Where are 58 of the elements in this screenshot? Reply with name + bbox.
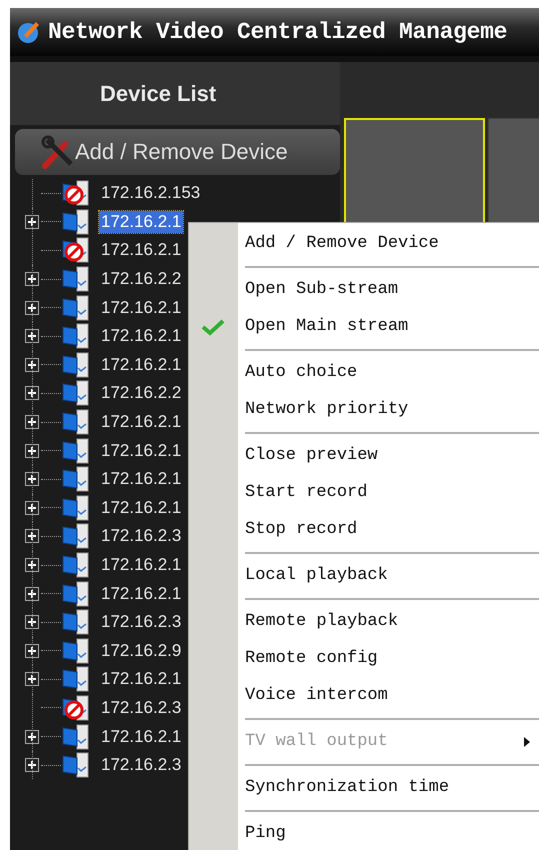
expand-icon[interactable] [25, 500, 39, 515]
expand-icon[interactable] [25, 672, 39, 686]
expand-icon[interactable] [25, 529, 39, 544]
device-item[interactable]: 172.16.2.1 [99, 210, 184, 233]
menu-item[interactable]: Open Main stream [189, 308, 539, 345]
menu-item[interactable]: Synchronization time [189, 769, 539, 806]
device-item[interactable]: 172.16.2.1 [99, 668, 184, 690]
menu-item[interactable]: Add / Remove Device [189, 225, 539, 262]
device-item[interactable]: 172.16.2.1 [99, 325, 184, 348]
expand-icon[interactable] [25, 472, 39, 486]
device-item[interactable]: 172.16.2.9 [99, 640, 184, 662]
menu-item[interactable]: Local playback [189, 557, 539, 594]
expand-icon[interactable] [25, 758, 39, 772]
device-item[interactable]: 172.16.2.1 [99, 554, 184, 576]
device-item[interactable]: 172.16.2.1 [99, 726, 184, 748]
expand-icon[interactable] [25, 272, 39, 286]
device-item[interactable]: 172.16.2.1 [99, 496, 184, 519]
add-remove-device-button[interactable]: Add / Remove Device [15, 129, 340, 175]
expand-icon[interactable] [25, 558, 39, 572]
expand-icon[interactable] [25, 444, 39, 458]
device-item[interactable]: 172.16.2.3 [99, 611, 184, 634]
expand-icon[interactable] [25, 329, 39, 344]
device-item[interactable]: 172.16.2.3 [99, 696, 184, 719]
menu-item[interactable]: Voice intercom [189, 677, 539, 714]
device-item[interactable]: 172.16.2.1 [99, 468, 184, 490]
expand-icon[interactable] [25, 300, 39, 315]
device-item[interactable]: 172.16.2.153 [99, 182, 202, 204]
menu-item[interactable]: Close preview [189, 437, 539, 474]
device-item[interactable]: 172.16.2.1 [99, 440, 184, 462]
device-item[interactable]: 172.16.2.3 [99, 525, 184, 548]
device-item[interactable]: 172.16.2.2 [99, 268, 184, 290]
menu-item[interactable]: Ping [189, 815, 539, 850]
expand-icon[interactable] [25, 358, 39, 372]
device-item[interactable]: 172.16.2.3 [99, 754, 184, 776]
window-title: Network Video Centralized Manageme [48, 19, 508, 45]
menu-item[interactable]: Open Sub-stream [189, 271, 539, 308]
panel-title: Device List [100, 80, 216, 106]
device-item[interactable]: 172.16.2.1 [99, 296, 184, 319]
device-item[interactable]: 172.16.2.1 [99, 239, 184, 262]
menu-item[interactable]: Remote playback [189, 603, 539, 640]
device-item[interactable]: 172.16.2.1 [99, 582, 184, 605]
menu-item[interactable]: Remote config [189, 640, 539, 677]
expand-icon[interactable] [25, 214, 39, 229]
device-item[interactable]: 172.16.2.2 [99, 382, 184, 404]
menu-item[interactable]: Network priority [189, 391, 539, 428]
expand-icon[interactable] [25, 386, 39, 400]
menu-item[interactable]: Stop record [189, 511, 539, 548]
expand-icon[interactable] [25, 415, 39, 430]
tools-icon [39, 134, 75, 170]
expand-icon[interactable] [25, 586, 39, 601]
expand-icon[interactable] [25, 644, 39, 658]
expand-icon[interactable] [25, 730, 39, 744]
menu-item[interactable]: Auto choice [189, 354, 539, 391]
device-item[interactable]: 172.16.2.1 [99, 354, 184, 376]
device-item[interactable]: 172.16.2.1 [99, 411, 184, 434]
menu-item[interactable]: Start record [189, 474, 539, 511]
expand-icon[interactable] [25, 615, 39, 630]
app-logo-icon [16, 19, 42, 45]
